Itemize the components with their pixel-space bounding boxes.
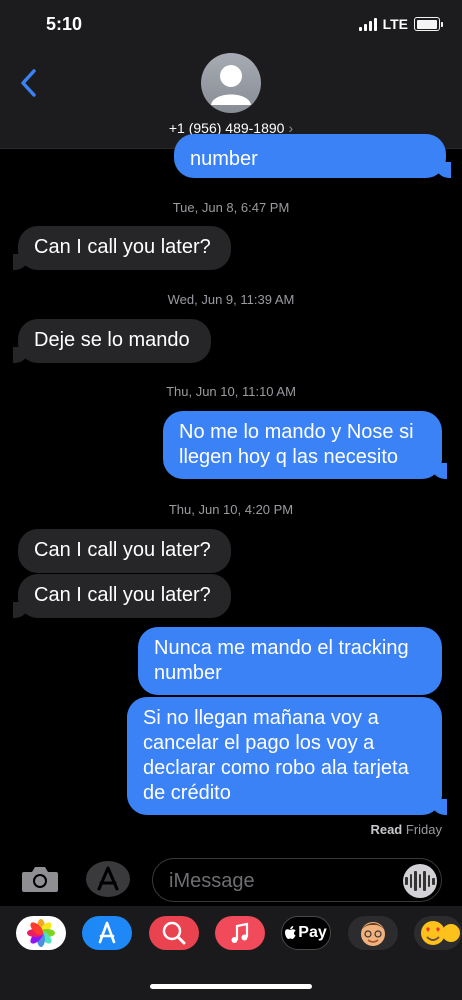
message-incoming[interactable]: Can I call you later? bbox=[13, 226, 231, 270]
message-text: Can I call you later? bbox=[34, 584, 211, 606]
app-store-icon bbox=[97, 866, 119, 891]
memoji-app-icon[interactable] bbox=[348, 916, 398, 950]
message-outgoing[interactable]: Si no llegan mañana voy a cancelar el pa… bbox=[127, 697, 447, 815]
message-outgoing[interactable]: number bbox=[174, 134, 451, 178]
message-text: Si no llegan mañana voy a cancelar el pa… bbox=[143, 707, 409, 804]
timestamp: Tue, Jun 8, 6:47 PM bbox=[172, 200, 290, 215]
message-input[interactable]: iMessage bbox=[152, 858, 442, 902]
message-placeholder: iMessage bbox=[169, 870, 255, 892]
message-text: Nunca me mando el tracking number bbox=[154, 637, 409, 684]
message-incoming[interactable]: Can I call you later? bbox=[18, 529, 231, 573]
message-incoming[interactable]: Deje se lo mando bbox=[13, 319, 211, 363]
photos-app-icon[interactable] bbox=[16, 916, 66, 950]
signal-icon bbox=[358, 17, 377, 31]
web-search-app-icon[interactable] bbox=[149, 916, 199, 950]
home-indicator[interactable] bbox=[150, 984, 312, 989]
read-day: Friday bbox=[405, 822, 442, 837]
read-label: Read bbox=[370, 822, 403, 837]
apple-pay-app-icon[interactable]: Pay bbox=[281, 916, 331, 950]
message-text: No me lo mando y Nose si llegen hoy q la… bbox=[179, 421, 414, 468]
app-store-button[interactable] bbox=[86, 861, 130, 897]
timestamp: Wed, Jun 9, 11:39 AM bbox=[167, 292, 295, 307]
message-outgoing[interactable]: No me lo mando y Nose si llegen hoy q la… bbox=[163, 411, 447, 479]
message-text: Can I call you later? bbox=[34, 236, 211, 258]
message-text: Can I call you later? bbox=[34, 539, 211, 561]
timestamp: Thu, Jun 10, 4:20 PM bbox=[168, 502, 294, 517]
camera-icon[interactable] bbox=[20, 864, 60, 894]
message-text: Deje se lo mando bbox=[34, 329, 190, 351]
music-app-icon[interactable] bbox=[215, 916, 265, 950]
audio-waveform-icon[interactable] bbox=[403, 864, 437, 898]
status-time: 5:10 bbox=[46, 14, 83, 34]
contact-avatar[interactable] bbox=[201, 53, 261, 113]
message-text: number bbox=[190, 148, 258, 170]
back-chevron-icon[interactable] bbox=[18, 68, 40, 98]
status-bar: 5:10 LTE bbox=[0, 0, 462, 50]
apple-pay-label: Pay bbox=[298, 924, 327, 941]
person-icon bbox=[211, 65, 251, 105]
read-receipt: Read Friday bbox=[370, 822, 442, 837]
timestamp: Thu, Jun 10, 11:10 AM bbox=[166, 384, 296, 399]
message-outgoing[interactable]: Nunca me mando el tracking number bbox=[138, 627, 442, 695]
battery-icon bbox=[414, 17, 443, 31]
message-incoming[interactable]: Can I call you later? bbox=[13, 574, 231, 618]
apple-logo-icon bbox=[285, 926, 296, 939]
network-label: LTE bbox=[382, 16, 408, 32]
emoji-stickers-app-icon[interactable] bbox=[414, 916, 462, 950]
app-store-app-icon[interactable] bbox=[82, 916, 132, 950]
